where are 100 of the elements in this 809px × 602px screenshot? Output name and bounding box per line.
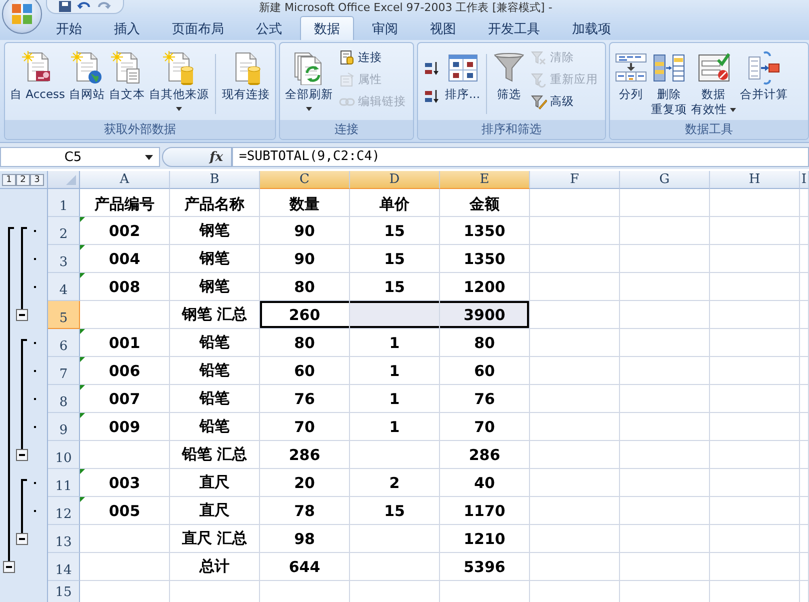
name-box[interactable]: C5	[0, 147, 160, 167]
ribbon-tab[interactable]: 页面布局	[158, 16, 238, 40]
row-header[interactable]: 6	[48, 329, 80, 357]
ribbon-button[interactable]: 排序...	[443, 46, 482, 120]
connection-document-icon	[339, 50, 356, 66]
ribbon-tab[interactable]: 视图	[416, 16, 470, 40]
column-header[interactable]: D	[350, 171, 440, 189]
ribbon-button[interactable]: 自文本	[107, 46, 148, 120]
row-header[interactable]: 9	[48, 413, 80, 441]
row-header[interactable]: 4	[48, 273, 80, 301]
outline-level-button[interactable]: 2	[16, 174, 30, 186]
table-cell	[800, 217, 809, 245]
table-cell: 76	[440, 385, 530, 413]
group-label: 连接	[280, 120, 414, 139]
table-cell: 总计	[170, 553, 260, 581]
row-header[interactable]: 7	[48, 357, 80, 385]
ribbon-button[interactable]: 自 Access	[8, 46, 68, 120]
table-cell: 009	[80, 413, 170, 441]
column-header[interactable]: I	[800, 171, 809, 189]
ribbon-button[interactable]: 连接	[338, 48, 408, 67]
ribbon-button[interactable]: 数据 有效性	[689, 46, 738, 120]
table-cell: 76	[260, 385, 350, 413]
row-header[interactable]: 5	[48, 301, 80, 329]
outline-level-button[interactable]: 3	[30, 174, 44, 186]
ribbon-button[interactable]: 高级	[530, 92, 599, 111]
ribbon-button[interactable]: 自网站	[67, 46, 108, 120]
ribbon-tab[interactable]: 加载项	[558, 16, 625, 40]
table-cell: 70	[260, 413, 350, 441]
save-icon[interactable]	[59, 0, 71, 12]
ribbon-tab[interactable]: 审阅	[358, 16, 412, 40]
column-header[interactable]: F	[530, 171, 620, 189]
undo-icon[interactable]	[77, 0, 91, 12]
table-cell: 002	[80, 217, 170, 245]
table-cell: 644	[260, 553, 350, 581]
collapse-button[interactable]	[16, 449, 28, 461]
column-header[interactable]: E	[440, 171, 530, 189]
table-cell: 90	[260, 245, 350, 273]
ribbon-tab[interactable]: 开发工具	[474, 16, 554, 40]
ribbon-tab[interactable]: 数据	[300, 16, 354, 40]
sort-ascending-icon	[424, 60, 440, 77]
row-header[interactable]: 14	[48, 553, 80, 581]
ribbon-button[interactable]: 分列	[613, 46, 649, 120]
table-cell: 钢笔	[170, 273, 260, 301]
table-cell: 005	[80, 497, 170, 525]
row-header[interactable]: 10	[48, 441, 80, 469]
table-cell: 20	[260, 469, 350, 497]
collapse-button[interactable]	[16, 533, 28, 545]
table-cell: 1	[350, 413, 440, 441]
table-cell: 直尺	[170, 469, 260, 497]
collapse-button[interactable]	[16, 309, 28, 321]
ribbon-tab[interactable]: 公式	[242, 16, 296, 40]
row-header[interactable]: 3	[48, 245, 80, 273]
office-logo-icon	[11, 3, 33, 25]
funnel-pencil-icon	[531, 94, 547, 110]
ribbon-button[interactable]: 合并计算	[738, 46, 790, 120]
column-header[interactable]: A	[80, 171, 170, 189]
row-header[interactable]: 15	[48, 581, 80, 602]
table-cell: 008	[80, 273, 170, 301]
group-label: 排序和筛选	[418, 120, 605, 139]
row-header[interactable]: 13	[48, 525, 80, 553]
ribbon-button[interactable]: 全部刷新	[283, 46, 336, 120]
row-header[interactable]: 2	[48, 217, 80, 245]
ribbon-tab[interactable]: 插入	[100, 16, 154, 40]
table-cell: 2	[350, 469, 440, 497]
column-header[interactable]: C	[260, 171, 350, 189]
table-cell	[800, 357, 809, 385]
consolidate-lists-icon	[748, 51, 780, 85]
reapply-filter-icon	[531, 72, 547, 88]
ribbon-tab[interactable]: 开始	[42, 16, 96, 40]
table-cell	[800, 497, 809, 525]
row-header[interactable]: 8	[48, 385, 80, 413]
ribbon-button[interactable]: 筛选	[491, 46, 527, 120]
ribbon-button[interactable]: 现有连接	[220, 46, 272, 120]
table-cell	[800, 441, 809, 469]
table-cell: 1	[350, 385, 440, 413]
table-cell: 钢笔	[170, 245, 260, 273]
ribbon-button[interactable]: 删除 重复项	[649, 46, 689, 120]
collapse-button[interactable]	[3, 561, 15, 573]
column-header[interactable]: B	[170, 171, 260, 189]
table-cell: 5396	[440, 553, 530, 581]
ribbon-button[interactable]: 自其他来源	[147, 46, 212, 120]
column-header[interactable]: H	[710, 171, 800, 189]
table-cell	[800, 273, 809, 301]
table-cell: 1	[350, 329, 440, 357]
outline-level-button[interactable]: 1	[2, 174, 16, 186]
table-cell	[800, 525, 809, 553]
column-header[interactable]: G	[620, 171, 710, 189]
row-header[interactable]: 1	[48, 189, 80, 217]
table-cell: 数量	[260, 189, 350, 217]
clear-filter-icon	[531, 50, 547, 66]
table-cell: 60	[260, 357, 350, 385]
row-header[interactable]: 11	[48, 469, 80, 497]
table-cell: 1350	[440, 245, 530, 273]
table-cell: 1170	[440, 497, 530, 525]
formula-field[interactable]: =SUBTOTAL(9,C2:C4)	[232, 147, 809, 167]
table-cell	[800, 301, 809, 329]
table-cell: 70	[440, 413, 530, 441]
table-cell: 铅笔 汇总	[170, 441, 260, 469]
table-cell: 3900	[440, 301, 530, 329]
row-header[interactable]: 12	[48, 497, 80, 525]
